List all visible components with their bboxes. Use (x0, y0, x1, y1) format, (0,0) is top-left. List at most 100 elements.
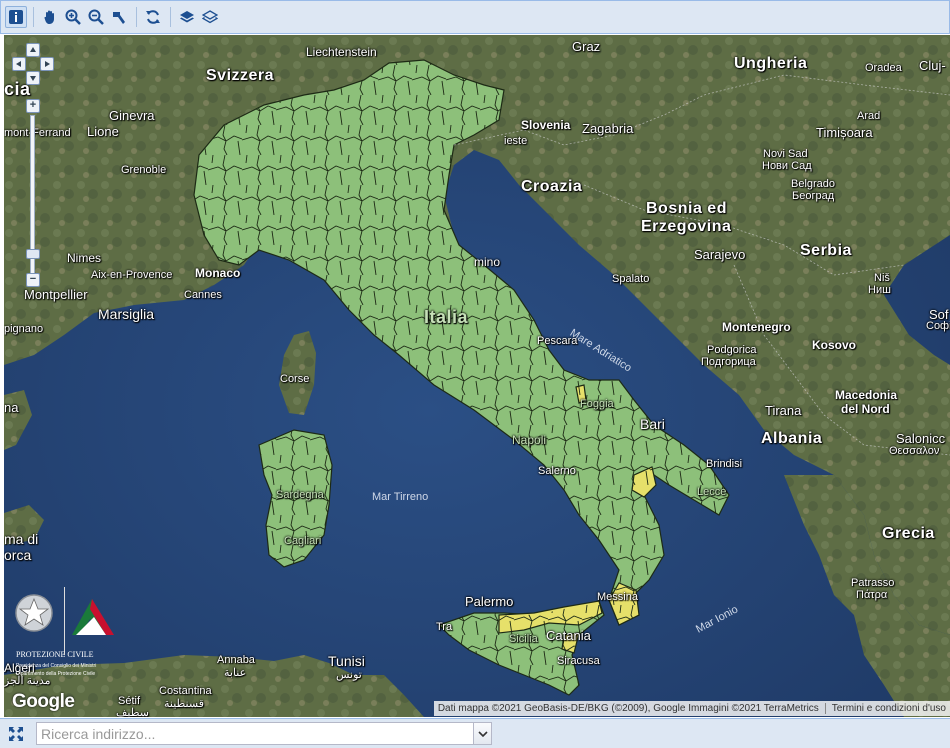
map-app: Liechtenstein Graz Ungheria Oradea Cluj-… (0, 0, 950, 748)
label-ungheria: Ungheria (734, 55, 808, 72)
label-rimini: mino (474, 255, 501, 269)
label-italia: Italia (424, 307, 469, 327)
label-aix: Aix-en-Provence (91, 269, 173, 281)
label-liechtenstein: Liechtenstein (306, 45, 377, 59)
label-sicilia: Sicilia (509, 633, 538, 645)
label-montenegro: Montenegro (722, 320, 791, 334)
label-monaco: Monaco (195, 266, 241, 280)
label-maiorca-1: ma di (4, 531, 39, 547)
toolbar-separator (33, 7, 34, 27)
fullscreen-button[interactable] (6, 724, 26, 744)
bottom-toolbar (0, 718, 950, 748)
fullscreen-icon (9, 726, 23, 741)
label-setif-ar: سطيف (116, 707, 149, 717)
label-podgorica: Podgorica (707, 344, 757, 356)
pan-right-button[interactable] (40, 57, 54, 71)
label-foggia: Foggia (580, 398, 614, 410)
terms-link[interactable]: Termini e condizioni d'uso (832, 703, 946, 714)
address-search[interactable] (36, 722, 492, 745)
label-mar-tirreno: Mar Tirreno (372, 491, 429, 503)
label-ginevra: Ginevra (109, 108, 155, 123)
pan-button[interactable] (39, 6, 61, 28)
refresh-button[interactable] (142, 6, 164, 28)
layers-button[interactable] (176, 6, 198, 28)
address-search-input[interactable] (37, 723, 473, 744)
label-timisoara: Timișoara (816, 125, 873, 140)
zoom-in-small-button[interactable]: + (26, 99, 40, 113)
label-croazia: Croazia (521, 178, 583, 195)
zoom-out-icon (88, 9, 104, 25)
chevron-down-icon (477, 730, 488, 737)
attribution-text: Dati mappa ©2021 GeoBasis-DE/BKG (©2009)… (437, 703, 819, 714)
label-corse: Corse (280, 373, 310, 385)
label-kosovo: Kosovo (812, 338, 857, 352)
attribution-separator (824, 703, 826, 714)
arrow-right-icon (45, 61, 50, 67)
label-patrasso: Patrasso (851, 577, 895, 589)
label-spalato: Spalato (612, 273, 650, 285)
label-salonicco: Salonicc (896, 431, 946, 446)
search-dropdown-button[interactable] (473, 723, 491, 744)
label-na: na (4, 400, 19, 415)
label-cannes: Cannes (184, 289, 222, 301)
label-belgrado: Belgrado (791, 178, 836, 190)
label-oradea: Oradea (865, 62, 902, 74)
label-novisad: Novi Sad (763, 148, 808, 160)
label-ferrand: mont-Ferrand (4, 127, 71, 139)
label-montpellier: Montpellier (24, 287, 88, 302)
map-canvas[interactable]: Liechtenstein Graz Ungheria Oradea Cluj-… (4, 35, 950, 717)
label-albania: Albania (761, 430, 823, 447)
label-podgorica-cyr: Подгорица (701, 356, 756, 368)
label-costantina-ar: قسنطينة (164, 698, 204, 710)
arrow-left-icon (16, 61, 21, 67)
label-maiorca-2: orca (4, 547, 32, 563)
label-marsiglia: Marsiglia (98, 306, 155, 322)
label-palermo: Palermo (465, 594, 514, 609)
pan-down-button[interactable] (26, 71, 40, 85)
label-pignano: pignano (4, 323, 44, 335)
label-nimes: Nimes (67, 251, 102, 265)
label-brindisi: Brindisi (706, 458, 743, 470)
zoom-in-button[interactable] (62, 6, 84, 28)
hand-icon (44, 10, 54, 24)
layers-outline-icon (202, 10, 218, 24)
zoom-out-small-button[interactable]: − (26, 273, 40, 287)
map-toolbar (0, 0, 950, 34)
label-tunisi: Tunisi (328, 653, 365, 669)
label-belgrado-cyr: Београд (792, 190, 835, 202)
label-annaba: Annaba (217, 654, 255, 666)
label-cluj: Cluj- (919, 58, 946, 73)
label-zagabria: Zagabria (582, 121, 634, 136)
label-cagliari: Cagliari (284, 535, 322, 547)
label-bosnia-2: Erzegovina (641, 218, 732, 235)
label-lecce: Lecce (697, 486, 727, 498)
toolbar-separator (170, 7, 171, 27)
svg-text:Dipartimento della Protezione: Dipartimento della Protezione Civile (16, 671, 95, 677)
google-logo: Google (12, 691, 75, 712)
label-trieste: ieste (504, 135, 528, 147)
arrow-down-icon (30, 76, 36, 81)
label-sardegna: Sardegna (276, 489, 324, 501)
pan-left-button[interactable] (12, 57, 26, 71)
label-novisad-cyr: Нови Сад (762, 160, 812, 172)
layers-icon (180, 11, 194, 23)
label-sofia-cyr: Софі (926, 320, 950, 332)
arrow-up-icon (30, 47, 36, 52)
label-tunisi-ar: تونس (336, 669, 362, 681)
label-graz: Graz (572, 39, 601, 54)
info-icon (9, 10, 23, 24)
info-button[interactable] (5, 6, 27, 28)
pan-up-button[interactable] (26, 43, 40, 57)
zoom-out-button[interactable] (85, 6, 107, 28)
zoom-slider-track[interactable] (30, 115, 35, 285)
svg-text:Presidenza del Consiglio dei M: Presidenza del Consiglio dei Ministri (16, 663, 96, 669)
label-bari: Bari (640, 416, 665, 432)
label-messina: Messina (597, 591, 638, 603)
measure-button[interactable] (108, 6, 130, 28)
label-svizzera: Svizzera (206, 67, 275, 84)
label-grenoble: Grenoble (121, 164, 167, 176)
zoom-slider-thumb[interactable] (26, 249, 40, 259)
label-tirana: Tirana (765, 403, 802, 418)
layers-outline-button[interactable] (199, 6, 221, 28)
label-bosnia-1: Bosnia ed (646, 200, 727, 217)
